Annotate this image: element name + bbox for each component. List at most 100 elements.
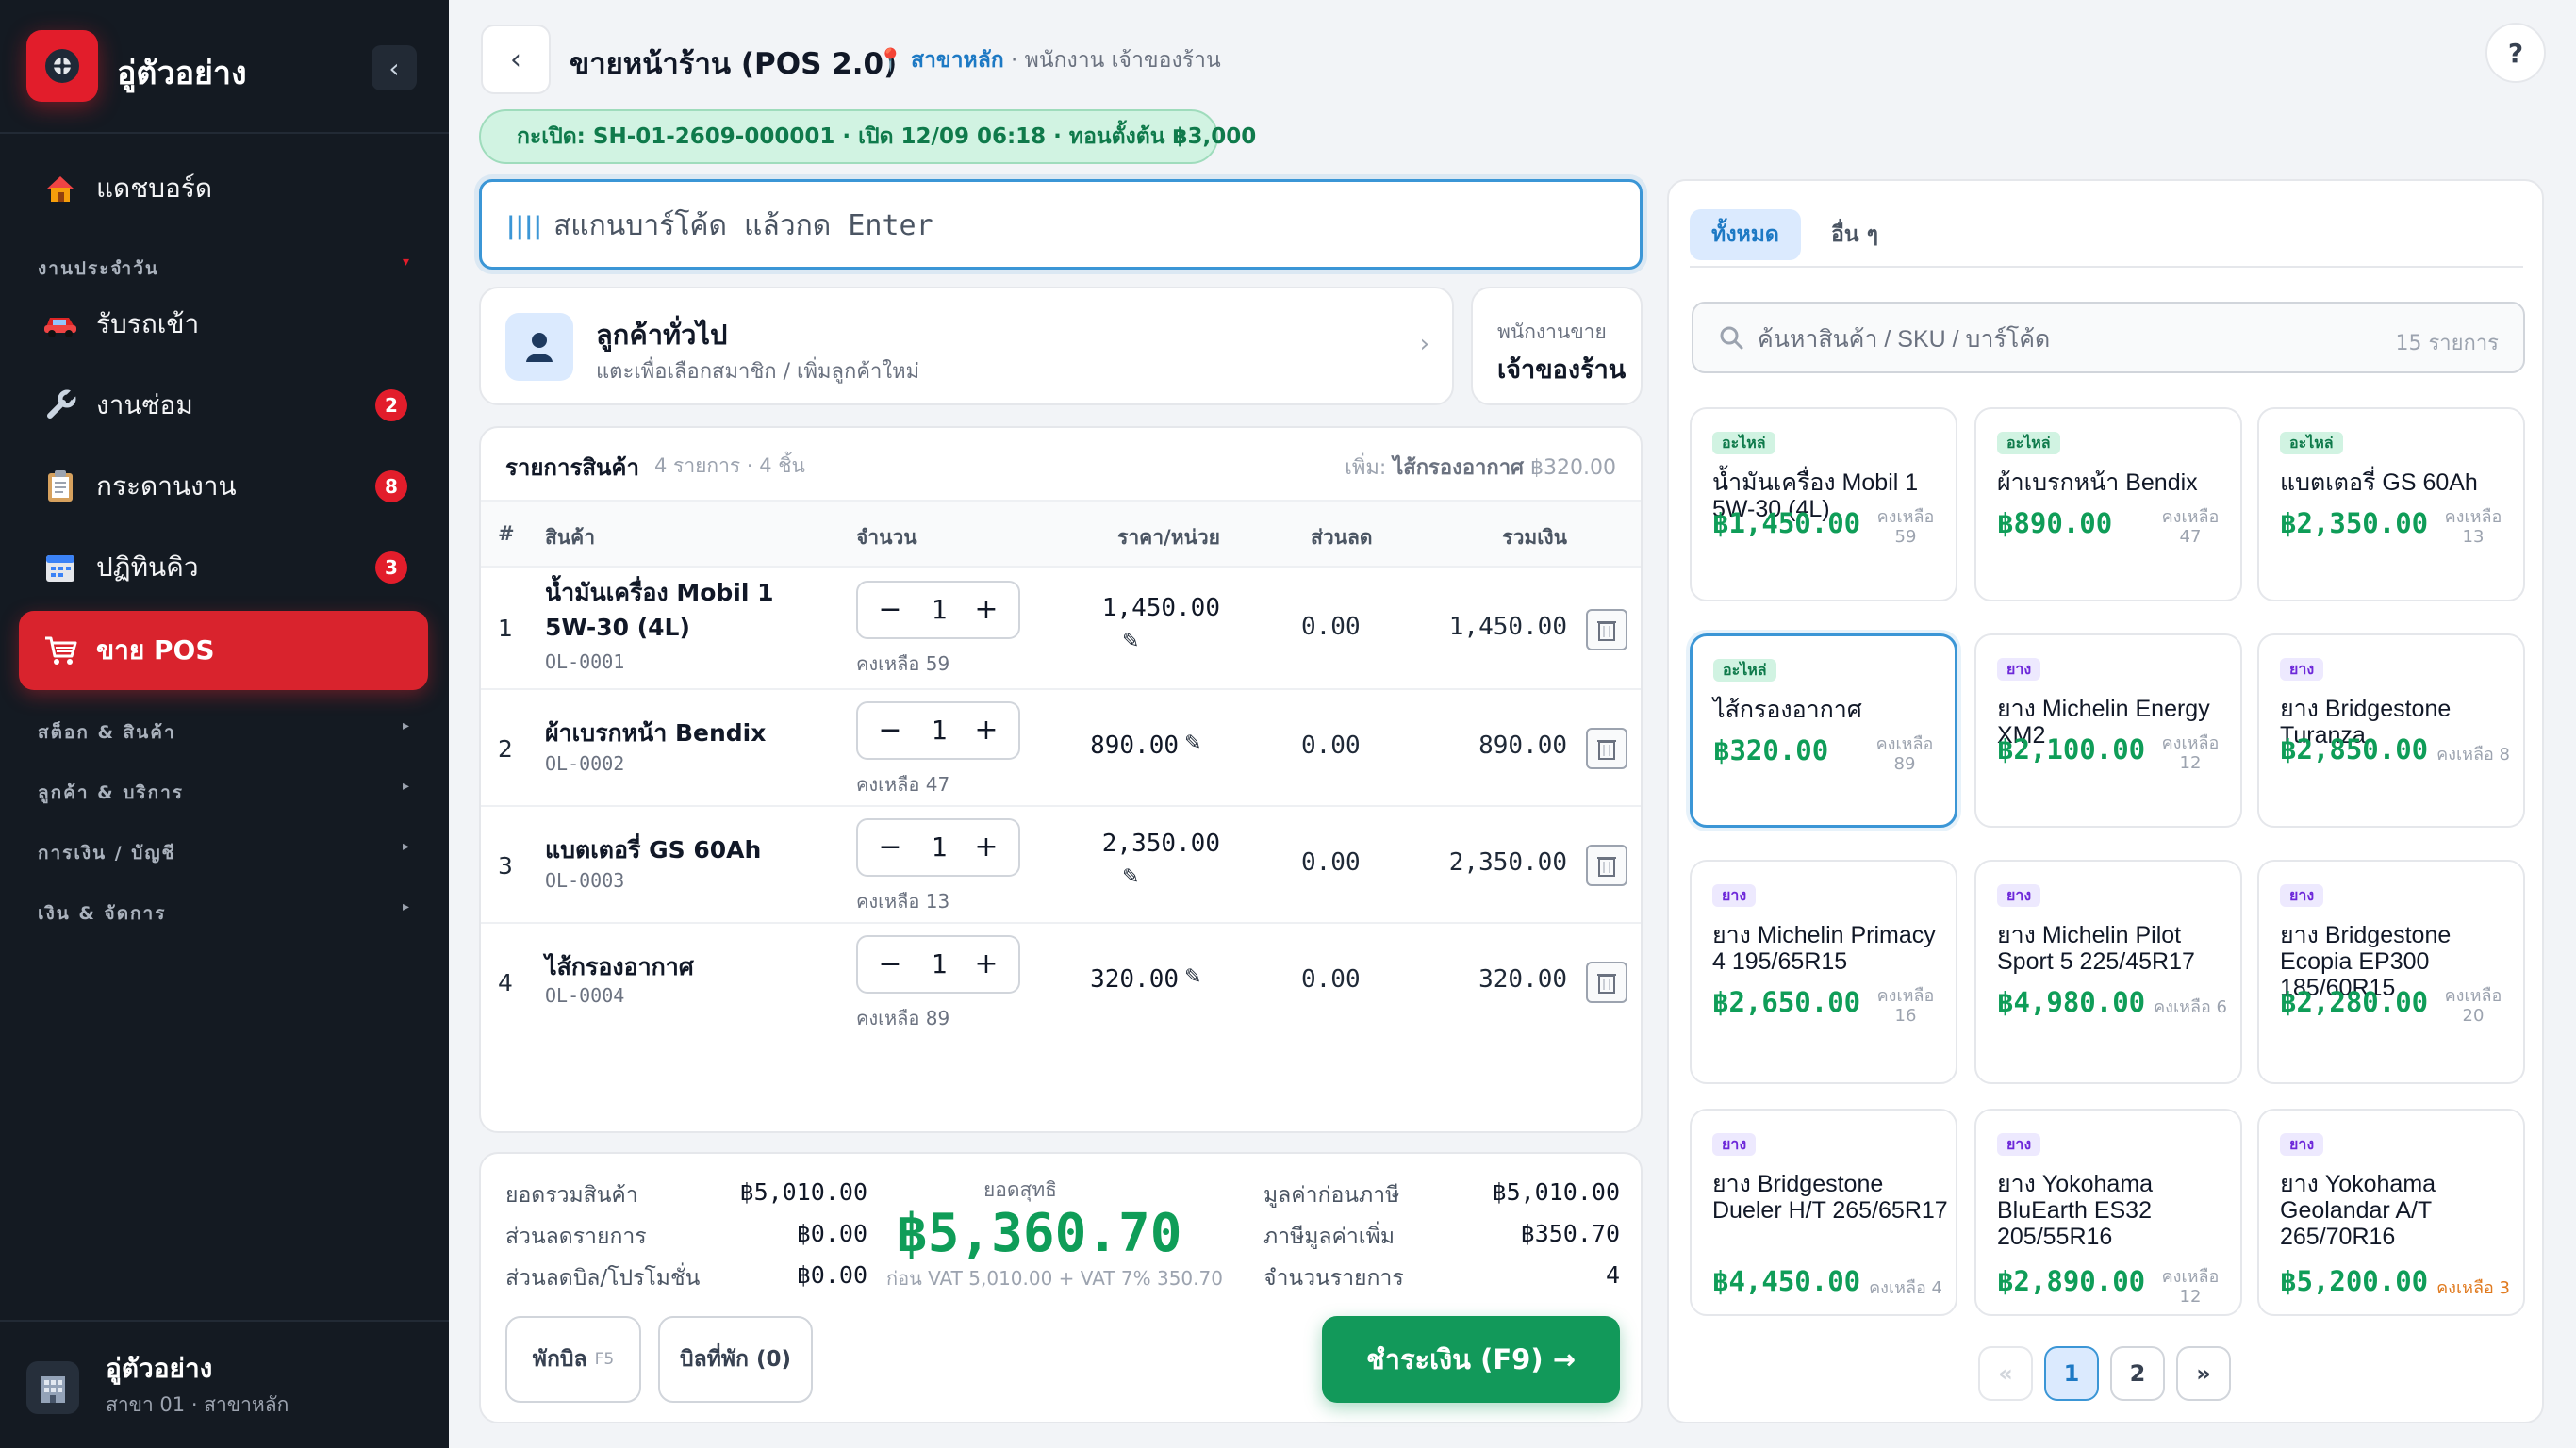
increase-button[interactable]: + (967, 711, 1005, 749)
sidebar-item-pos[interactable]: ขาย POS (19, 611, 428, 690)
pencil-icon[interactable]: ✎ (1122, 865, 1139, 889)
sidebar-item-label: กระดานงาน (96, 470, 237, 502)
last-added-prefix: เพิ่ม: (1345, 456, 1394, 480)
product-card[interactable]: ยาง ยาง Yokohama BluEarth ES32 205/55R16 ฿… (1974, 1109, 2242, 1316)
last-added-name: ไส้กรองอากาศ (1393, 456, 1525, 480)
search-icon (1718, 324, 1744, 354)
quantity-value[interactable]: 1 (918, 948, 960, 979)
product-card[interactable]: อะไหล่ ไส้กรองอากาศ ฿320.00 คงเหลือ 89 (1690, 634, 1957, 828)
product-card[interactable]: อะไหล่ น้ำมันเครื่อง Mobil 1 5W-30 (4L) ฿1… (1690, 407, 1957, 601)
trash-icon[interactable] (1586, 609, 1627, 650)
customer-selector[interactable]: ลูกค้าทั่วไป แตะเพื่อเลือกสมาชิก / เพิ่ม… (479, 287, 1454, 405)
section-label: เงิน & จัดการ (38, 903, 167, 924)
help-button[interactable]: ? (2485, 23, 2546, 83)
trash-icon[interactable] (1586, 962, 1627, 1003)
branch-name[interactable]: สาขาหลัก (911, 48, 1004, 73)
barcode-input[interactable] (553, 205, 1591, 246)
quantity-value[interactable]: 1 (918, 715, 960, 746)
quantity-value[interactable]: 1 (918, 831, 960, 863)
product-catalog-panel: ทั้งหมด อื่น ๆ 15 รายการ อะไหล่น้ำมันเคร… (1667, 179, 2544, 1423)
product-card[interactable]: ยาง ยาง Bridgestone Ecopia EP300 185/60R1… (2257, 860, 2525, 1084)
hold-bill-button[interactable]: พักบิล F5 (505, 1316, 641, 1403)
trash-icon[interactable] (1586, 728, 1627, 769)
pay-button[interactable]: ชำระเงิน (F9) → (1322, 1316, 1620, 1403)
barcode-icon: |||| (506, 212, 542, 240)
product-card[interactable]: ยาง ยาง Michelin Pilot Sport 5 225/45R17 ฿… (1974, 860, 2242, 1084)
product-search-input[interactable] (1758, 321, 2361, 358)
page-button-1[interactable]: 1 (2044, 1346, 2099, 1401)
increase-button[interactable]: + (967, 945, 1005, 982)
product-card[interactable]: ยาง ยาง Bridgestone Dueler H/T 265/65R17 ฿… (1690, 1109, 1957, 1316)
section-finance[interactable]: การเงิน / บัญชี ▸ (38, 839, 411, 867)
item-total: 320.00 (1478, 965, 1567, 994)
increase-button[interactable]: + (967, 828, 1005, 865)
product-price: ฿2,890.00 (1997, 1265, 2146, 1297)
sidebar-item-board[interactable]: กระดานงาน 8 (19, 447, 428, 526)
bill-discount-value[interactable]: ฿0.00 (698, 1261, 867, 1289)
hold-shortcut: F5 (594, 1350, 615, 1369)
pencil-icon[interactable]: ✎ (1184, 965, 1201, 989)
sidebar-item-receive-car[interactable]: รับรถเข้า (19, 285, 428, 364)
next-page-button[interactable]: » (2176, 1346, 2231, 1401)
prev-page-button[interactable]: « (1978, 1346, 2033, 1401)
product-search-field[interactable]: 15 รายการ (1692, 302, 2525, 373)
sidebar-item-calendar[interactable]: ปฏิทินคิว 3 (19, 528, 428, 607)
quantity-value[interactable]: 1 (918, 594, 960, 625)
row-number: 1 (498, 615, 513, 642)
item-discount[interactable]: 0.00 (1301, 613, 1361, 641)
category-badge: ยาง (2280, 658, 2324, 681)
section-customer[interactable]: ลูกค้า & บริการ ▸ (38, 779, 411, 807)
row-number: 3 (498, 852, 513, 880)
decrease-button[interactable]: − (871, 590, 909, 628)
quantity-stepper: −1 + (856, 581, 1020, 639)
collapse-sidebar-button[interactable]: ‹ (372, 45, 417, 90)
decrease-button[interactable]: − (871, 711, 909, 749)
column-header: จำนวน (856, 526, 917, 549)
quantity-stepper: −1 + (856, 935, 1020, 994)
last-added-note: เพิ่ม: ไส้กรองอากาศ ฿320.00 (1345, 451, 1616, 484)
section-daily[interactable]: งานประจำวัน ▾ (38, 255, 411, 283)
product-card[interactable]: อะไหล่ แบตเตอรี่ GS 60Ah ฿2,350.00 คงเหลือ … (2257, 407, 2525, 601)
sidebar-divider (0, 132, 449, 134)
section-admin[interactable]: เงิน & จัดการ ▸ (38, 899, 411, 928)
item-discount[interactable]: 0.00 (1301, 732, 1361, 760)
page-button-2[interactable]: 2 (2110, 1346, 2165, 1401)
back-button[interactable]: ‹ (481, 25, 551, 94)
pencil-icon[interactable]: ✎ (1184, 732, 1201, 755)
pencil-icon[interactable]: ✎ (1122, 630, 1139, 653)
unit-price[interactable]: 320.00 (1077, 965, 1179, 994)
customer-hint: แตะเพื่อเลือกสมาชิก / เพิ่มลูกค้าใหม่ (596, 360, 920, 384)
unit-price[interactable]: 890.00 (1077, 732, 1179, 760)
category-badge: อะไหล่ (1997, 432, 2060, 454)
trash-icon[interactable] (1586, 845, 1627, 886)
stock-left: คงเหลือ 13 (856, 890, 950, 913)
item-discount[interactable]: 0.00 (1301, 848, 1361, 877)
cart-heading: รายการสินค้า (505, 454, 639, 481)
item-discount[interactable]: 0.00 (1301, 965, 1361, 994)
product-card[interactable]: ยาง ยาง Michelin Energy XM2 ฿2,100.00 คงเหล… (1974, 634, 2242, 828)
decrease-button[interactable]: − (871, 945, 909, 982)
decrease-button[interactable]: − (871, 828, 909, 865)
barcode-scan-field[interactable]: |||| (479, 179, 1643, 270)
item-name: แบตเตอรี่ GS 60Ah (545, 836, 762, 864)
stock-left: คงเหลือ 59 (856, 652, 950, 675)
user-profile[interactable]: อู่ตัวอย่าง สาขา 01 · สาขาหลัก (26, 1348, 422, 1423)
product-card[interactable]: ยาง ยาง Michelin Primacy 4 195/65R15 ฿2,65… (1690, 860, 1957, 1084)
table-row: 3 แบตเตอรี่ GS 60Ah OL-0003 −1 + คงเหลือ … (481, 807, 1641, 924)
sidebar-item-dashboard[interactable]: แดชบอร์ด (19, 149, 428, 228)
tab-other[interactable]: อื่น ๆ (1812, 209, 1897, 260)
item-count-label: จำนวนรายการ (1263, 1266, 1404, 1291)
increase-button[interactable]: + (967, 590, 1005, 628)
product-card[interactable]: อะไหล่ ผ้าเบรกหน้า Bendix ฿890.00 คงเหลือ 4… (1974, 407, 2242, 601)
held-bills-button[interactable]: บิลที่พัก (0) (658, 1316, 813, 1403)
product-card[interactable]: ยาง ยาง Bridgestone Turanza ฿2,850.00 คงเหล… (2257, 634, 2525, 828)
unit-price[interactable]: 2,350.00 (1077, 830, 1220, 858)
section-stock[interactable]: สต็อก & สินค้า ▸ (38, 718, 411, 747)
salesperson-selector[interactable]: พนักงานขาย เจ้าของร้าน (1471, 287, 1643, 405)
product-name: ยาง Bridgestone Dueler H/T 265/65R17 (1712, 1171, 1948, 1224)
product-card[interactable]: ยาง ยาง Yokohama Geolandar A/T 265/70R16 ฿… (2257, 1109, 2525, 1316)
unit-price[interactable]: 1,450.00 (1077, 594, 1220, 622)
tab-all[interactable]: ทั้งหมด (1690, 209, 1801, 260)
sidebar-item-repair[interactable]: งานซ่อม 2 (19, 366, 428, 445)
sidebar-divider (0, 1320, 449, 1322)
